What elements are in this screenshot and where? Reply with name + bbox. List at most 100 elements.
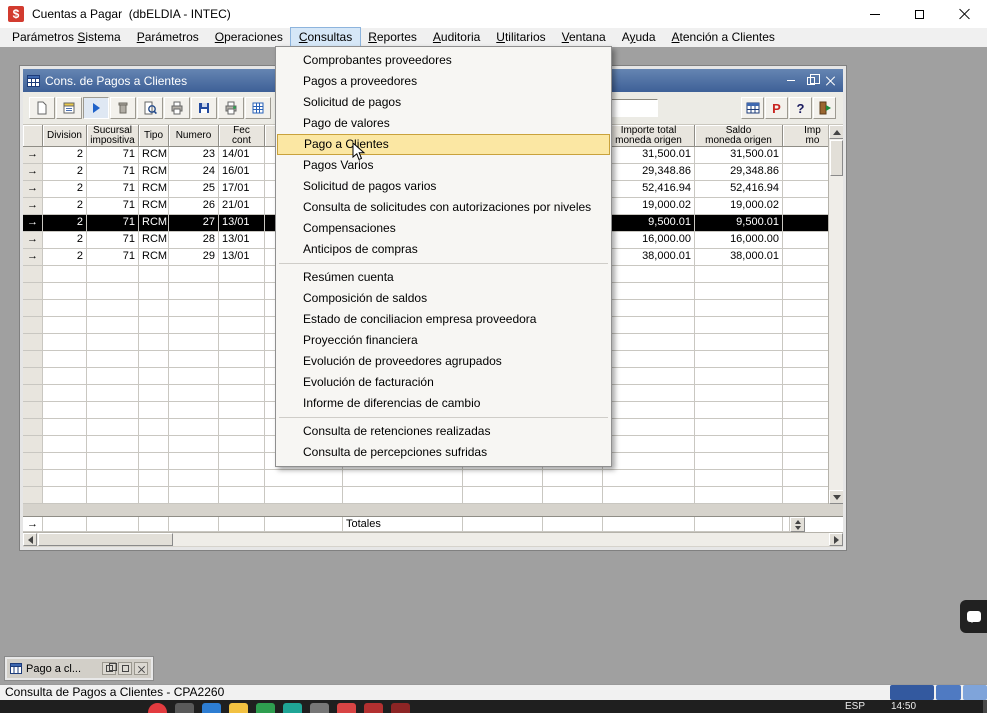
taskbar-icon[interactable]: [310, 703, 329, 713]
taskbar-icon[interactable]: [391, 703, 410, 713]
child-restore-button[interactable]: [802, 73, 819, 88]
taskbar-icon[interactable]: [256, 703, 275, 713]
save-button[interactable]: [191, 97, 217, 119]
menu-item-pagos-varios[interactable]: Pagos Varios: [277, 155, 610, 176]
menu-item-compensaciones[interactable]: Compensaciones: [277, 218, 610, 239]
scroll-left-button[interactable]: [23, 533, 37, 546]
show-desktop-button[interactable]: [983, 700, 987, 713]
menu-item-proyeccion-financiera[interactable]: Proyección financiera: [277, 330, 610, 351]
scroll-right-button[interactable]: [829, 533, 843, 546]
child-minimize-icon: [787, 80, 795, 81]
menubar-item-ayuda[interactable]: Ayuda: [614, 28, 664, 47]
minimized-window-title: Pago a cl...: [26, 663, 81, 675]
totals-spin-control[interactable]: [790, 517, 805, 532]
chat-overlay-button[interactable]: [960, 600, 987, 633]
header-sucursal[interactable]: Sucursalimpositiva: [87, 125, 139, 147]
mini-close-button[interactable]: [134, 662, 148, 675]
run-query-button[interactable]: [83, 97, 109, 119]
menu-separator: [279, 263, 608, 264]
taskbar-icon[interactable]: [229, 703, 248, 713]
menubar-item-reportes[interactable]: Reportes: [360, 28, 425, 47]
minimized-window-pago-a-clientes[interactable]: Pago a cl...: [5, 657, 153, 680]
currency-p-button[interactable]: P: [765, 97, 788, 119]
menu-item-resumen-cuenta[interactable]: Resúmen cuenta: [277, 267, 610, 288]
mini-maximize-button[interactable]: [118, 662, 132, 675]
menubar-item-parametros[interactable]: Parámetros: [129, 28, 207, 47]
menu-item-pago-a-clientes[interactable]: Pago a Clientes: [277, 134, 610, 155]
help-button[interactable]: ?: [789, 97, 812, 119]
close-icon: [959, 8, 971, 20]
header-saldo[interactable]: Saldomoneda origen: [695, 125, 783, 147]
child-close-button[interactable]: [822, 73, 839, 88]
menu-item-pago-de-valores[interactable]: Pago de valores: [277, 113, 610, 134]
menu-item-informe-diferencias-cambio[interactable]: Informe de diferencias de cambio: [277, 393, 610, 414]
edit-record-button[interactable]: [56, 97, 82, 119]
menu-item-anticipos-de-compras[interactable]: Anticipos de compras: [277, 239, 610, 260]
maximize-button[interactable]: [897, 0, 942, 28]
menubar: Parámetros Sistema Parámetros Operacione…: [0, 28, 987, 47]
minimize-icon: [870, 14, 880, 15]
print-preview-icon: [142, 100, 158, 116]
child-close-icon: [826, 76, 836, 86]
menubar-item-operaciones[interactable]: Operaciones: [207, 28, 291, 47]
horizontal-scroll-thumb[interactable]: [38, 533, 173, 546]
mini-restore-button[interactable]: [102, 662, 116, 675]
grid-view-button[interactable]: [741, 97, 764, 119]
menu-item-estado-conciliacion[interactable]: Estado de conciliacion empresa proveedor…: [277, 309, 610, 330]
menubar-item-auditoria[interactable]: Auditoria: [425, 28, 488, 47]
language-indicator[interactable]: ESP: [845, 701, 865, 712]
menubar-item-parametros-sistema[interactable]: Parámetros Sistema: [4, 28, 129, 47]
menu-item-solicitud-de-pagos-varios[interactable]: Solicitud de pagos varios: [277, 176, 610, 197]
taskbar-icon[interactable]: [175, 703, 194, 713]
minimize-button[interactable]: [852, 0, 897, 28]
header-fecha[interactable]: Feccont: [219, 125, 265, 147]
close-button[interactable]: [942, 0, 987, 28]
grid-view-icon: [745, 100, 761, 116]
print-button[interactable]: [164, 97, 190, 119]
speech-bubble-icon: [967, 611, 981, 622]
menu-item-evolucion-facturacion[interactable]: Evolución de facturación: [277, 372, 610, 393]
arrow-right-icon: [834, 536, 843, 544]
vertical-scrollbar[interactable]: [828, 125, 843, 504]
taskbar-icon[interactable]: [148, 703, 167, 713]
header-tipo[interactable]: Tipo: [139, 125, 169, 147]
clock[interactable]: 14:50: [891, 701, 916, 712]
scroll-up-button[interactable]: [829, 125, 843, 139]
menu-item-consulta-percepciones[interactable]: Consulta de percepciones sufridas: [277, 442, 610, 463]
menu-separator: [279, 417, 608, 418]
child-minimize-button[interactable]: [782, 73, 799, 88]
menu-item-comprobantes-proveedores[interactable]: Comprobantes proveedores: [277, 50, 610, 71]
menu-item-consulta-retenciones[interactable]: Consulta de retenciones realizadas: [277, 421, 610, 442]
export-button[interactable]: [245, 97, 271, 119]
header-numero[interactable]: Numero: [169, 125, 219, 147]
menu-item-evolucion-proveedores[interactable]: Evolución de proveedores agrupados: [277, 351, 610, 372]
status-bar: Consulta de Pagos a Clientes - CPA2260: [0, 684, 987, 700]
maximize-icon: [122, 665, 129, 672]
menubar-item-atencion-a-clientes[interactable]: Atención a Clientes: [664, 28, 783, 47]
menubar-item-ventana[interactable]: Ventana: [554, 28, 614, 47]
menubar-item-consultas[interactable]: Consultas: [291, 28, 360, 47]
menu-item-solicitud-de-pagos[interactable]: Solicitud de pagos: [277, 92, 610, 113]
exit-icon: [817, 100, 833, 116]
edit-record-icon: [61, 100, 77, 116]
vertical-scroll-thumb[interactable]: [830, 140, 843, 176]
menu-item-pagos-a-proveedores[interactable]: Pagos a proveedores: [277, 71, 610, 92]
header-importe-total[interactable]: Importe totalmoneda origen: [603, 125, 695, 147]
taskbar-icon[interactable]: [283, 703, 302, 713]
new-record-icon: [34, 100, 50, 116]
menu-item-composicion-de-saldos[interactable]: Composición de saldos: [277, 288, 610, 309]
header-division[interactable]: Division: [43, 125, 87, 147]
taskbar-icon[interactable]: [364, 703, 383, 713]
delete-record-button[interactable]: [110, 97, 136, 119]
print-grid-button[interactable]: [218, 97, 244, 119]
exit-button[interactable]: [813, 97, 836, 119]
taskbar-icon[interactable]: [337, 703, 356, 713]
taskbar-icon[interactable]: [202, 703, 221, 713]
new-record-button[interactable]: [29, 97, 55, 119]
menubar-item-utilitarios[interactable]: Utilitarios: [488, 28, 553, 47]
menu-item-consulta-solicitudes-autorizaciones[interactable]: Consulta de solicitudes con autorizacion…: [277, 197, 610, 218]
print-preview-button[interactable]: [137, 97, 163, 119]
print-icon: [169, 100, 185, 116]
horizontal-scrollbar[interactable]: [23, 532, 843, 546]
scroll-down-button[interactable]: [829, 490, 843, 504]
